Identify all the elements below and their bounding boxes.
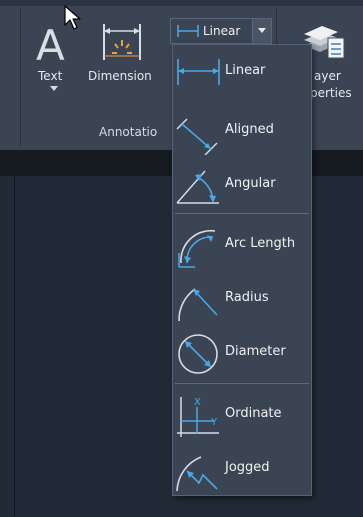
svg-text:Y: Y — [210, 417, 218, 428]
menu-item-label: Linear — [225, 63, 266, 78]
menu-item-arc-length[interactable]: Arc Length — [173, 217, 311, 271]
text-tool-button[interactable]: A — [30, 21, 72, 96]
dimension-style-dropdown[interactable]: Linear — [170, 18, 272, 44]
menu-separator — [175, 383, 309, 384]
panel-divider — [20, 8, 21, 146]
viewport-border — [14, 176, 15, 517]
menu-item-label: Aligned — [225, 122, 274, 137]
arc-length-dimension-icon — [178, 229, 216, 268]
dimension-icon — [103, 24, 141, 60]
diameter-dimension-icon — [178, 334, 218, 374]
dimension-tool-button[interactable] — [100, 20, 144, 64]
menu-item-angular[interactable]: Angular — [173, 157, 311, 211]
menu-separator — [175, 213, 309, 214]
menu-item-label: Ordinate — [225, 406, 282, 421]
menu-item-radius[interactable]: Radius — [173, 271, 311, 325]
aligned-dimension-icon — [176, 118, 218, 155]
text-tool-label: Text — [38, 69, 63, 83]
ordinate-dimension-icon: X Y — [177, 397, 219, 437]
jogged-dimension-icon — [176, 456, 218, 492]
menu-item-jogged[interactable]: Jogged — [173, 441, 311, 495]
layer-properties-label-line2: perties — [310, 86, 352, 100]
text-tool-chevron-down-icon[interactable] — [50, 86, 58, 92]
mouse-pointer-icon — [64, 5, 81, 30]
svg-text:A: A — [36, 22, 65, 66]
menu-item-label: Diameter — [225, 344, 286, 359]
menu-item-label: Angular — [225, 176, 276, 191]
radius-dimension-icon — [178, 288, 218, 322]
angular-dimension-icon — [176, 170, 219, 204]
dimension-tool-label: Dimension — [88, 69, 152, 83]
dropdown-arrow-button[interactable] — [252, 19, 271, 43]
menu-item-label: Jogged — [225, 460, 270, 475]
menu-item-linear[interactable]: Linear — [173, 49, 311, 103]
ribbon-tab-strip — [0, 0, 363, 6]
menu-item-aligned[interactable]: Aligned — [173, 103, 311, 157]
chevron-down-icon — [258, 28, 266, 33]
linear-dimension-small-icon — [177, 25, 199, 37]
layer-properties-label-line1: ayer — [314, 69, 341, 83]
menu-item-ordinate[interactable]: X Y Ordinate — [173, 387, 311, 441]
menu-item-diameter[interactable]: Diameter — [173, 325, 311, 379]
menu-item-label: Radius — [225, 290, 269, 305]
linear-dimension-icon — [177, 59, 220, 85]
svg-text:X: X — [194, 397, 201, 408]
dimension-dropdown-selected-label: Linear — [203, 24, 241, 38]
menu-item-label: Arc Length — [225, 236, 296, 251]
dimension-dropdown-menu: Linear Aligned Angular Arc Length Radius… — [172, 44, 312, 496]
annotation-panel-title[interactable]: Annotatio — [99, 122, 157, 142]
